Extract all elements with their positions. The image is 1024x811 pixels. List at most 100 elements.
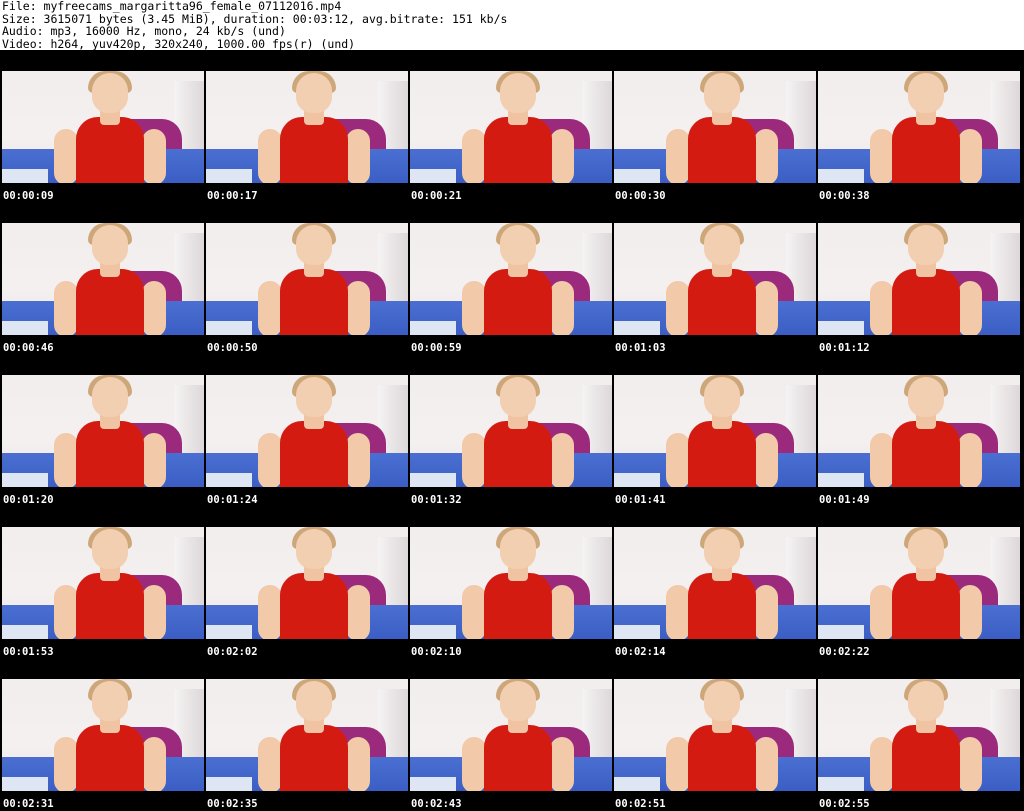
- timestamp-label: 00:01:12: [819, 342, 870, 354]
- thumbnail-cell: 00:02:55: [816, 658, 1020, 810]
- frame-arm-r: [550, 129, 574, 183]
- frame-arm-l: [666, 281, 690, 335]
- frame-head: [908, 225, 944, 265]
- frame-torso: [76, 269, 144, 335]
- video-frame-image: [2, 71, 204, 183]
- audio-info-line: Audio: mp3, 16000 Hz, mono, 24 kb/s (und…: [2, 24, 286, 38]
- frame-arm-r: [958, 129, 982, 183]
- thumbnail-cell: 00:00:09: [0, 50, 204, 202]
- frame-torso: [484, 573, 552, 639]
- frame-arm-r: [550, 281, 574, 335]
- frame-torso: [688, 573, 756, 639]
- thumbnail-cell: 00:00:59: [408, 202, 612, 354]
- frame-head: [296, 529, 332, 569]
- thumbnail-cell: 00:01:41: [612, 354, 816, 506]
- frame-torso: [688, 117, 756, 183]
- frame-head: [500, 377, 536, 417]
- timestamp-label: 00:00:17: [207, 190, 258, 202]
- frame-arm-r: [754, 433, 778, 487]
- frame-arm-l: [258, 129, 282, 183]
- timestamp-label: 00:00:46: [3, 342, 54, 354]
- frame-arm-l: [870, 281, 894, 335]
- frame-torso: [280, 117, 348, 183]
- thumbnail-cell: 00:02:35: [204, 658, 408, 810]
- frame-torso: [892, 573, 960, 639]
- video-frame-image: [410, 679, 612, 791]
- frame-arm-l: [54, 281, 78, 335]
- frame-head: [500, 529, 536, 569]
- video-frame-image: [818, 375, 1020, 487]
- frame-torso: [688, 269, 756, 335]
- frame-torso: [688, 421, 756, 487]
- frame-torso: [484, 725, 552, 791]
- frame-arm-r: [958, 737, 982, 791]
- thumbnail-cell: 00:01:49: [816, 354, 1020, 506]
- thumbnail-cell: 00:01:12: [816, 202, 1020, 354]
- thumbnail-cell: 00:00:21: [408, 50, 612, 202]
- frame-arm-r: [142, 737, 166, 791]
- timestamp-label: 00:02:43: [411, 798, 462, 810]
- frame-arm-l: [462, 433, 486, 487]
- frame-torso: [484, 117, 552, 183]
- frame-arm-r: [142, 129, 166, 183]
- frame-arm-l: [462, 129, 486, 183]
- video-frame-image: [206, 679, 408, 791]
- thumbnail-cell: 00:02:14: [612, 506, 816, 658]
- frame-head: [704, 73, 740, 113]
- frame-arm-l: [666, 433, 690, 487]
- frame-arm-l: [462, 281, 486, 335]
- frame-arm-l: [258, 737, 282, 791]
- frame-torso: [280, 725, 348, 791]
- thumbnail-cell: 00:00:38: [816, 50, 1020, 202]
- timestamp-label: 00:02:55: [819, 798, 870, 810]
- video-frame-image: [818, 71, 1020, 183]
- frame-head: [296, 681, 332, 721]
- frame-arm-r: [346, 433, 370, 487]
- frame-arm-r: [550, 585, 574, 639]
- video-frame-image: [206, 223, 408, 335]
- frame-arm-l: [666, 129, 690, 183]
- video-frame-image: [206, 375, 408, 487]
- video-frame-image: [410, 223, 612, 335]
- frame-arm-l: [54, 433, 78, 487]
- timestamp-label: 00:02:31: [3, 798, 54, 810]
- frame-arm-r: [754, 129, 778, 183]
- frame-arm-r: [142, 585, 166, 639]
- timestamp-label: 00:00:09: [3, 190, 54, 202]
- timestamp-label: 00:02:14: [615, 646, 666, 658]
- frame-arm-l: [870, 585, 894, 639]
- video-frame-image: [410, 527, 612, 639]
- video-frame-image: [2, 527, 204, 639]
- file-info-header: File: myfreecams_margaritta96_female_071…: [0, 0, 1024, 50]
- frame-head: [500, 225, 536, 265]
- timestamp-label: 00:02:22: [819, 646, 870, 658]
- timestamp-label: 00:01:24: [207, 494, 258, 506]
- frame-arm-r: [958, 433, 982, 487]
- timestamp-label: 00:00:59: [411, 342, 462, 354]
- frame-arm-r: [142, 281, 166, 335]
- file-name-line: File: myfreecams_margaritta96_female_071…: [2, 0, 342, 13]
- thumbnail-cell: 00:00:50: [204, 202, 408, 354]
- frame-arm-l: [870, 737, 894, 791]
- timestamp-label: 00:02:35: [207, 798, 258, 810]
- frame-torso: [892, 269, 960, 335]
- frame-head: [704, 681, 740, 721]
- thumbnail-cell: 00:01:20: [0, 354, 204, 506]
- frame-arm-l: [258, 281, 282, 335]
- frame-head: [908, 377, 944, 417]
- frame-torso: [892, 725, 960, 791]
- video-frame-image: [614, 71, 816, 183]
- timestamp-label: 00:00:30: [615, 190, 666, 202]
- thumbnail-cell: 00:02:51: [612, 658, 816, 810]
- timestamp-label: 00:02:51: [615, 798, 666, 810]
- video-frame-image: [206, 71, 408, 183]
- frame-arm-l: [462, 585, 486, 639]
- frame-head: [908, 529, 944, 569]
- thumbnail-cell: 00:00:46: [0, 202, 204, 354]
- frame-torso: [280, 269, 348, 335]
- timestamp-label: 00:02:02: [207, 646, 258, 658]
- thumbnail-cell: 00:01:24: [204, 354, 408, 506]
- frame-arm-r: [754, 585, 778, 639]
- frame-arm-r: [754, 281, 778, 335]
- frame-arm-l: [54, 585, 78, 639]
